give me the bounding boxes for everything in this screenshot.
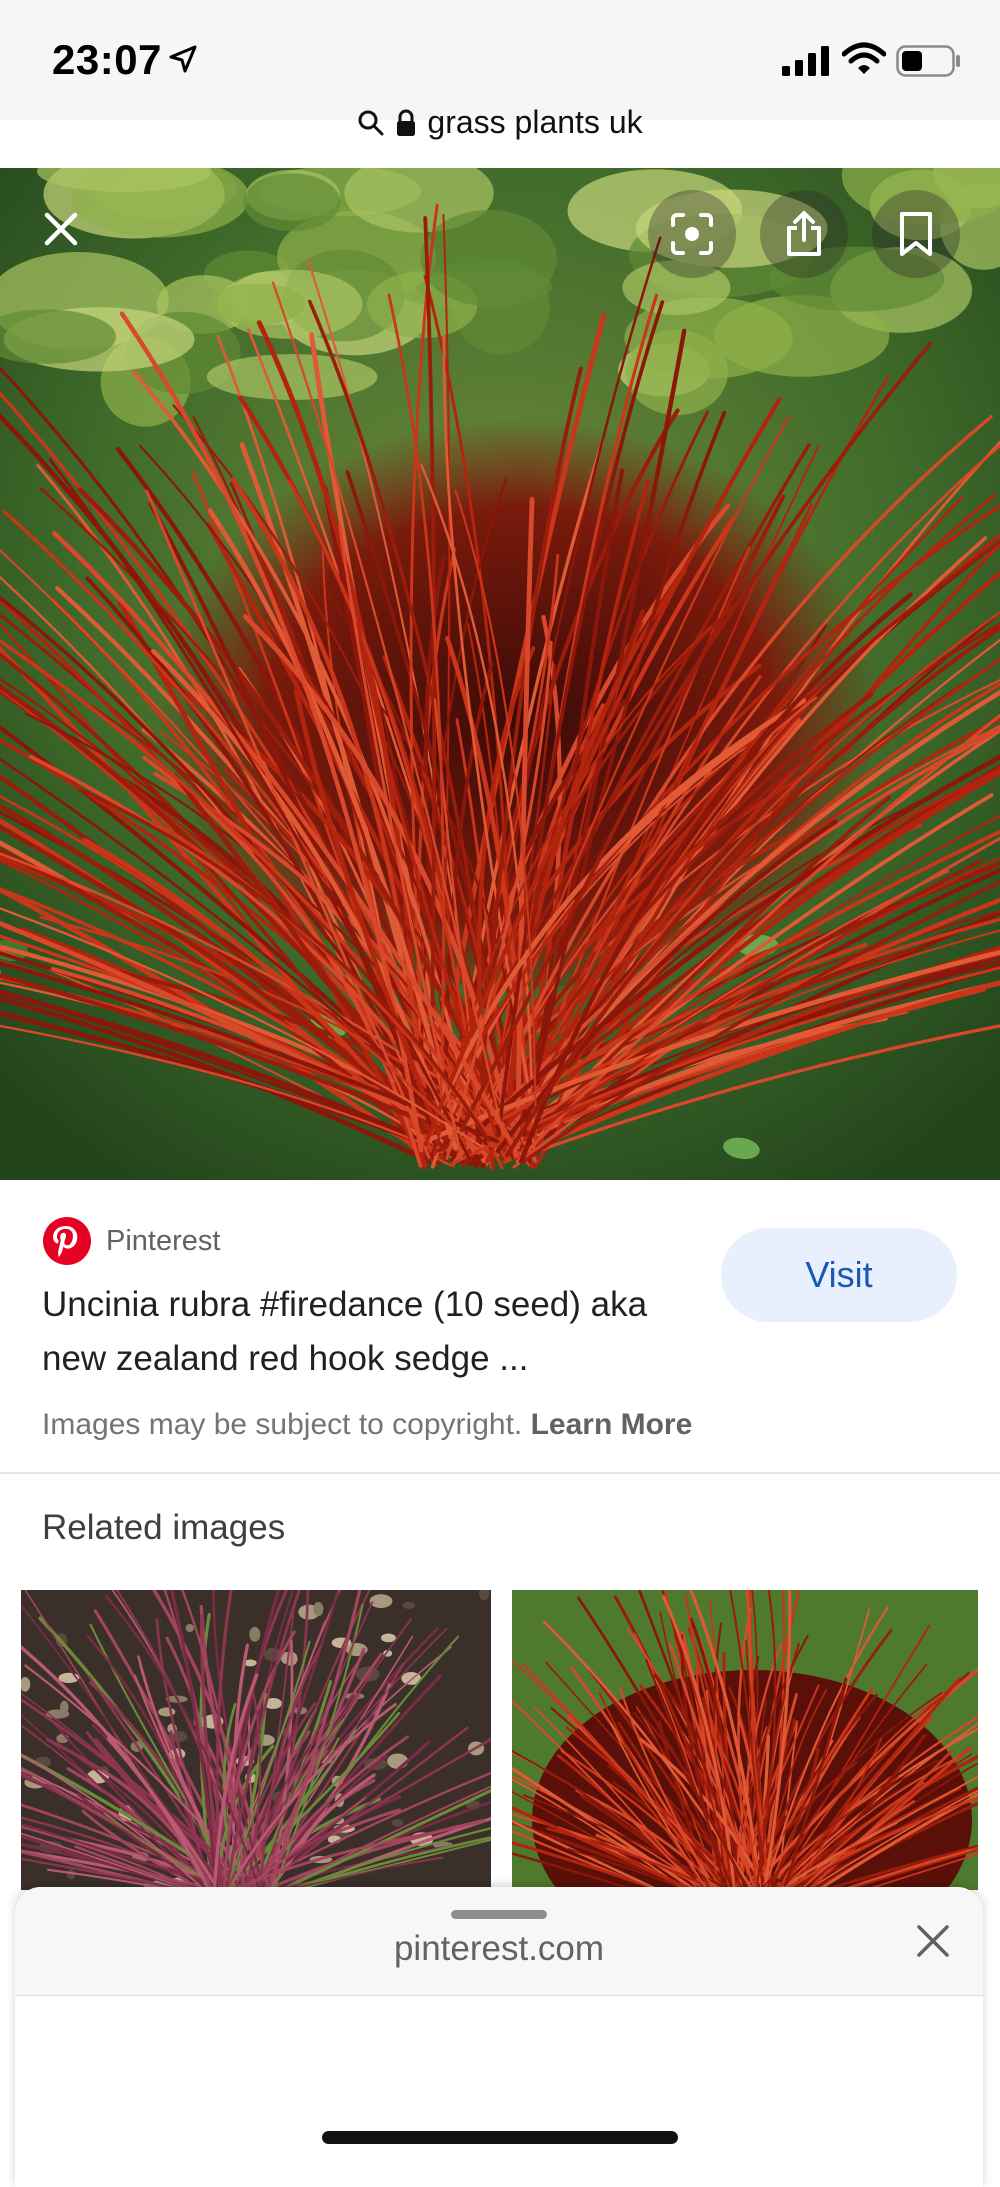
- close-viewer-button[interactable]: [17, 185, 105, 273]
- sheet-header: pinterest.com: [15, 1887, 983, 1996]
- battery-icon: [896, 45, 962, 77]
- sheet-grabber[interactable]: [451, 1910, 547, 1919]
- close-icon[interactable]: [915, 1923, 951, 1959]
- url-text: grass plants uk: [427, 104, 642, 141]
- location-arrow-icon: [168, 44, 198, 74]
- lens-icon: [669, 211, 715, 257]
- home-indicator: [322, 2131, 678, 2144]
- close-icon: [41, 209, 81, 249]
- status-bar: 23:07 grass plants uk: [0, 0, 1000, 120]
- result-title[interactable]: Uncinia rubra #firedance (10 seed) aka n…: [42, 1278, 692, 1386]
- address-bar[interactable]: grass plants uk: [0, 104, 1000, 152]
- wifi-icon: [842, 42, 886, 76]
- source-name: Pinterest: [106, 1225, 220, 1258]
- copyright-text: Images may be subject to copyright.: [42, 1408, 522, 1441]
- main-image[interactable]: [0, 168, 1000, 1180]
- source-row[interactable]: Pinterest: [42, 1216, 220, 1266]
- share-button[interactable]: [760, 190, 848, 278]
- related-images-heading: Related images: [42, 1508, 285, 1548]
- save-button[interactable]: [872, 190, 960, 278]
- learn-more-link[interactable]: Learn More: [531, 1408, 693, 1441]
- status-time: 23:07: [52, 36, 162, 84]
- lens-button[interactable]: [648, 190, 736, 278]
- cellular-signal-icon: [782, 46, 830, 76]
- lock-icon: [395, 109, 417, 137]
- share-icon: [784, 210, 824, 258]
- related-image-thumbnail[interactable]: [512, 1590, 978, 1890]
- search-icon: [357, 109, 385, 137]
- visit-button[interactable]: Visit: [721, 1228, 957, 1322]
- sheet-domain: pinterest.com: [15, 1929, 983, 1969]
- related-image-thumbnail[interactable]: [21, 1590, 491, 1890]
- pinterest-logo-icon: [42, 1216, 92, 1266]
- bookmark-icon: [898, 211, 934, 257]
- divider: [0, 1472, 1000, 1474]
- copyright-notice: Images may be subject to copyright. Lear…: [42, 1408, 692, 1442]
